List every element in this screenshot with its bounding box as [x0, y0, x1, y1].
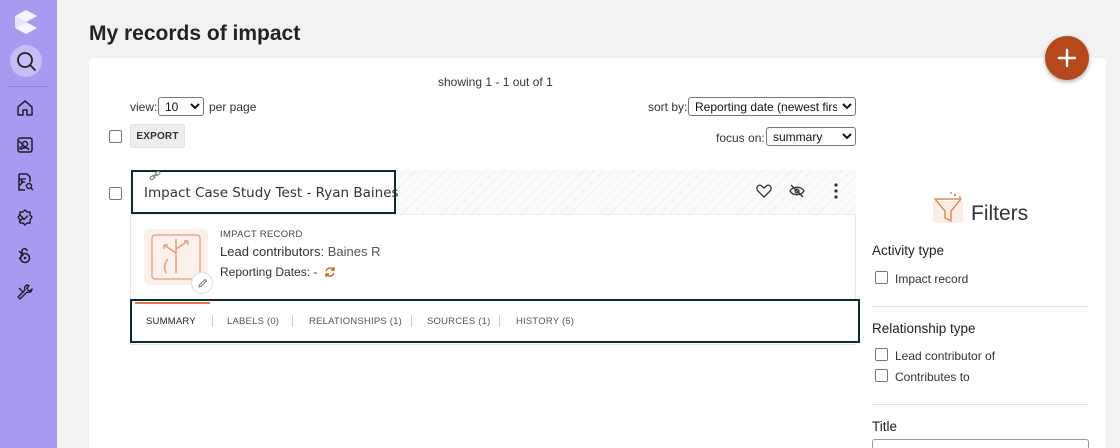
hide-icon[interactable] [789, 184, 805, 198]
lead-contributors: Lead contributors: Baines R [220, 244, 380, 259]
contributes-to-checkbox[interactable] [875, 369, 888, 382]
page-size-select[interactable]: 10 [158, 97, 204, 116]
filter-icon [933, 192, 963, 223]
title-filter-input[interactable] [872, 439, 1089, 448]
sidebar-item-open-access[interactable] [0, 240, 57, 270]
page-title: My records of impact [89, 22, 301, 45]
record-title-link[interactable]: Impact Case Study Test - Ryan Baines [144, 185, 399, 201]
chevron-right-icon [18, 287, 24, 297]
reporting-dates: Reporting Dates: - [220, 265, 336, 279]
lead-contributor-checkbox[interactable] [875, 348, 888, 361]
sidebar-item-outputs[interactable] [0, 167, 57, 197]
activity-type-heading: Activity type [872, 243, 945, 258]
tab-separator [212, 315, 213, 327]
tab-history[interactable]: HISTORY (5) [516, 316, 574, 327]
chevron-right-icon [18, 213, 24, 223]
filter-divider [872, 306, 1088, 307]
sort-select[interactable]: Reporting date (newest first) [688, 97, 856, 116]
search-button[interactable] [10, 45, 42, 77]
lead-contributors-value[interactable]: Baines R [328, 244, 381, 259]
reporting-dates-label: Reporting Dates: - [220, 265, 318, 279]
impact-record-filter-label: Impact record [895, 272, 969, 286]
select-all-checkbox[interactable] [109, 130, 122, 143]
more-options-icon[interactable] [833, 183, 839, 199]
contributes-to-filter-label: Contributes to [895, 370, 970, 384]
app-logo-icon[interactable] [12, 8, 40, 36]
sidebar-divider [8, 86, 49, 87]
active-tab-indicator [135, 302, 210, 304]
tab-separator [411, 315, 412, 327]
focus-select[interactable]: summary [766, 127, 856, 146]
sidebar-item-approvals[interactable] [0, 203, 57, 233]
lead-contributors-label: Lead contributors: [220, 244, 325, 259]
title-filter-heading: Title [872, 419, 898, 434]
add-record-button[interactable] [1045, 36, 1089, 80]
sidebar-item-profiles[interactable] [0, 130, 57, 160]
relationship-type-heading: Relationship type [872, 321, 976, 336]
impact-record-checkbox[interactable] [875, 271, 888, 284]
focus-label: focus on: [716, 131, 765, 145]
view-label: view: [130, 100, 158, 114]
record-checkbox[interactable] [109, 187, 122, 200]
tab-summary[interactable]: SUMMARY [146, 316, 196, 327]
refresh-icon[interactable] [324, 266, 336, 278]
sidebar [0, 0, 57, 448]
home-icon [17, 100, 33, 116]
heart-icon[interactable] [756, 184, 772, 198]
chevron-right-icon [18, 250, 24, 260]
export-button[interactable]: EXPORT [130, 124, 185, 148]
tab-labels[interactable]: LABELS (0) [227, 316, 279, 327]
per-page-label: per page [209, 100, 257, 114]
sidebar-item-tools[interactable] [0, 277, 57, 307]
tab-separator [499, 315, 500, 327]
search-icon [17, 52, 36, 71]
filters-title: Filters [971, 202, 1029, 225]
plus-icon [1057, 48, 1077, 68]
tab-separator [292, 315, 293, 327]
edit-button[interactable] [191, 272, 213, 294]
chevron-right-icon [18, 177, 24, 187]
record-type-label: IMPACT RECORD [220, 229, 303, 240]
tab-relationships[interactable]: RELATIONSHIPS (1) [309, 316, 402, 327]
sort-label: sort by: [648, 100, 688, 114]
pencil-icon [197, 278, 207, 288]
tab-sources[interactable]: SOURCES (1) [427, 316, 490, 327]
results-count: showing 1 - 1 out of 1 [438, 75, 553, 89]
lead-contributor-filter-label: Lead contributor of [895, 349, 996, 363]
sidebar-item-home[interactable] [0, 93, 57, 123]
link-icon[interactable] [149, 171, 161, 181]
chevron-right-icon [18, 140, 24, 150]
filter-divider [872, 404, 1088, 405]
